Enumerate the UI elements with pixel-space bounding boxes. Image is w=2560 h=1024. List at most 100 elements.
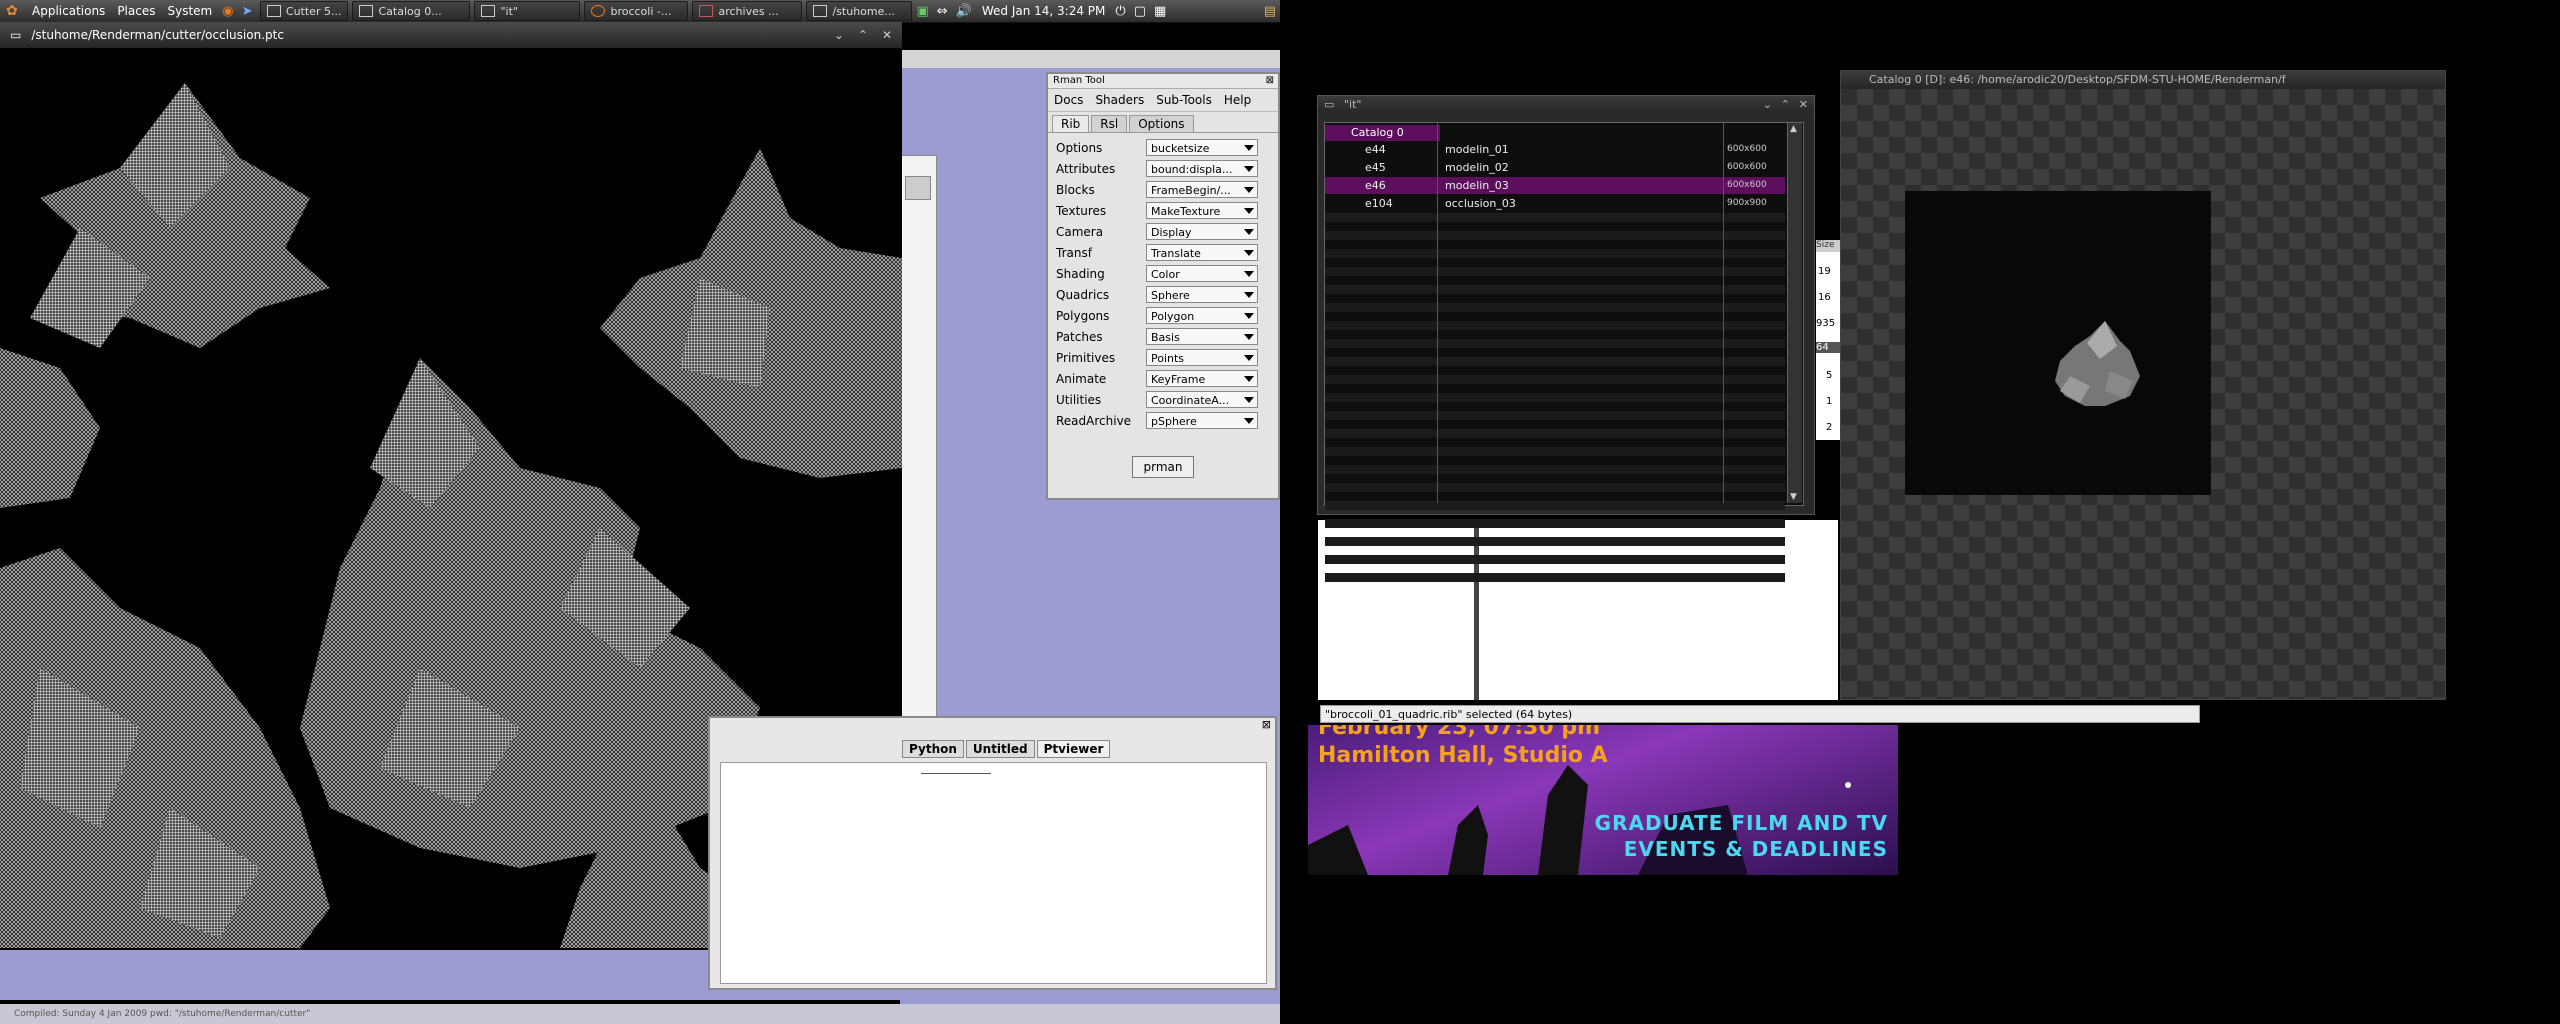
clock[interactable]: Wed Jan 14, 3:24 PM — [982, 4, 1106, 18]
size-cell: 16 — [1818, 292, 1831, 303]
row-dropdown[interactable]: bound:displa... — [1146, 160, 1258, 177]
show-desktop-icon[interactable]: ▢ — [1134, 4, 1146, 19]
window-menu-icon[interactable]: ▭ — [1324, 96, 1334, 114]
list-stripe — [1325, 375, 1785, 384]
document-icon[interactable] — [905, 176, 931, 200]
row-dropdown[interactable]: pSphere — [1146, 412, 1258, 429]
network-icon[interactable]: ⇔ — [937, 4, 948, 19]
maximize-icon[interactable]: ⌃ — [1781, 96, 1790, 114]
tab-rsl[interactable]: Rsl — [1091, 115, 1128, 132]
list-stripe — [1325, 249, 1785, 258]
taskbar-button-stuhome[interactable]: /stuhome... — [806, 1, 913, 21]
size-cell-selected: 64 — [1816, 342, 1840, 353]
taskbar-button-it[interactable]: "it" — [474, 1, 581, 21]
dropdown-value: pSphere — [1151, 415, 1197, 428]
rman-tool-titlebar[interactable]: Rman Tool ⊠ — [1048, 74, 1278, 89]
catalog-header[interactable]: Catalog 0 — [1325, 125, 1440, 141]
close-icon[interactable]: ✕ — [882, 28, 892, 42]
places-menu[interactable]: Places — [111, 4, 161, 18]
dropdown-value: bound:displa... — [1151, 163, 1233, 176]
maximize-icon[interactable]: ⌃ — [858, 28, 868, 42]
scroll-up-icon[interactable]: ▲ — [1790, 124, 1797, 134]
row-dropdown[interactable]: KeyFrame — [1146, 370, 1258, 387]
row-dropdown[interactable]: Polygon — [1146, 307, 1258, 324]
window-titlebar[interactable]: ▭ /stuhome/Renderman/cutter/occlusion.pt… — [0, 22, 902, 48]
menu-sub-tools[interactable]: Sub-Tools — [1150, 93, 1218, 107]
taskbar-button-broccoli[interactable]: broccoli -... — [584, 1, 689, 21]
firefox-icon — [591, 5, 606, 17]
row-dropdown[interactable]: Display — [1146, 223, 1258, 240]
tab-rib[interactable]: Rib — [1052, 115, 1090, 132]
poster-footer-line2: EVENTS & DEADLINES — [1623, 837, 1888, 861]
row-dropdown[interactable]: bucketsize — [1146, 139, 1258, 156]
status-bar: Compiled: Sunday 4 Jan 2009 pwd: "/stuho… — [0, 1004, 1280, 1024]
list-item[interactable]: e104 occlusion_03 900x900 — [1325, 195, 1785, 212]
row-dropdown[interactable]: Sphere — [1146, 286, 1258, 303]
tab-ptviewer[interactable]: Ptviewer — [1036, 740, 1111, 758]
workspace-switcher-icon[interactable]: ▦ — [1154, 4, 1166, 19]
it-titlebar[interactable]: ▭ "it" ⌄ ⌃ ✕ — [1318, 96, 1814, 114]
row-label: Blocks — [1056, 182, 1095, 197]
row-dropdown[interactable]: Basis — [1146, 328, 1258, 345]
list-stripe — [1325, 393, 1785, 402]
window-menu-icon[interactable]: ▭ — [10, 28, 21, 42]
rman-rows: Options bucketsize Attributes bound:displa… — [1048, 133, 1278, 431]
minimize-icon[interactable]: ⌄ — [834, 28, 844, 42]
file-browser-panel — [1318, 520, 1838, 700]
column-divider[interactable] — [1437, 123, 1438, 503]
item-name: occlusion_03 — [1445, 197, 1516, 210]
poster-date: February 23, 07:30 pm — [1318, 725, 1601, 740]
system-menu[interactable]: System — [161, 4, 218, 18]
dropdown-arrow-icon — [1244, 187, 1254, 193]
menu-shaders[interactable]: Shaders — [1089, 93, 1150, 107]
monitor-icon[interactable]: ▣ — [916, 4, 928, 19]
tab-untitled[interactable]: Untitled — [965, 740, 1035, 758]
row-dropdown[interactable]: CoordinateA... — [1146, 391, 1258, 408]
row-dropdown[interactable]: MakeTexture — [1146, 202, 1258, 219]
list-item[interactable]: e44 modelin_01 600x600 — [1325, 141, 1785, 158]
prman-button[interactable]: prman — [1132, 456, 1194, 478]
row-dropdown[interactable]: Points — [1146, 349, 1258, 366]
row-dropdown[interactable]: Translate — [1146, 244, 1258, 261]
taskbar-button-archives[interactable]: archives ... — [692, 1, 803, 21]
firefox-launcher-icon[interactable]: ◉ — [222, 4, 233, 19]
menu-help[interactable]: Help — [1218, 93, 1257, 107]
catalog-titlebar[interactable]: Catalog 0 [D]: e46: /home/arodic20/Deskt… — [1841, 71, 2445, 89]
dropdown-value: Color — [1151, 268, 1180, 281]
gnome-foot-icon[interactable]: ✿ — [6, 3, 22, 19]
column-divider[interactable] — [1723, 123, 1724, 503]
volume-icon[interactable]: 🔊 — [956, 4, 972, 19]
power-icon[interactable]: ⏻ — [1115, 4, 1125, 19]
minimize-icon[interactable]: ⌄ — [1763, 96, 1772, 114]
window-icon — [359, 5, 374, 17]
it-catalog-list[interactable]: Catalog 0 e44 modelin_01 600x600 e45 modeli… — [1324, 122, 1804, 582]
image-canvas[interactable] — [1841, 89, 2445, 699]
list-item[interactable]: e45 modelin_02 600x600 — [1325, 159, 1785, 176]
row-label: ReadArchive — [1056, 413, 1132, 428]
trash-icon[interactable]: ▤ — [1264, 4, 1276, 19]
dropdown-value: MakeTexture — [1151, 205, 1221, 218]
applications-menu[interactable]: Applications — [26, 4, 111, 18]
panel-divider[interactable] — [1474, 520, 1479, 700]
close-icon[interactable]: ⊠ — [1266, 74, 1274, 88]
taskbar-button-catalog[interactable]: Catalog 0... — [352, 1, 471, 21]
close-icon[interactable]: ✕ — [1799, 96, 1808, 114]
row-dropdown[interactable]: FrameBegin/... — [1146, 181, 1258, 198]
window-icon — [481, 5, 496, 17]
rendered-image[interactable] — [1905, 191, 2211, 495]
size-cell: 2 — [1826, 422, 1833, 433]
size-cell: 5 — [1826, 370, 1833, 381]
row-dropdown[interactable]: Color — [1146, 265, 1258, 282]
list-item-selected[interactable]: e46 modelin_03 600x600 — [1325, 177, 1785, 194]
terminal-launcher-icon[interactable]: ➤ — [242, 4, 253, 19]
vertical-scrollbar[interactable]: ▲ ▼ — [1787, 123, 1802, 503]
dropdown-arrow-icon — [1244, 313, 1254, 319]
taskbar-button-cutter[interactable]: Cutter 5... — [260, 1, 349, 21]
tab-options[interactable]: Options — [1129, 115, 1194, 132]
python-editor[interactable] — [720, 762, 1267, 984]
menu-docs[interactable]: Docs — [1048, 93, 1089, 107]
scroll-down-icon[interactable]: ▼ — [1790, 492, 1797, 502]
close-icon[interactable]: ⊠ — [1262, 718, 1271, 731]
list-stripe — [1325, 501, 1785, 510]
tab-python[interactable]: Python — [902, 740, 964, 758]
